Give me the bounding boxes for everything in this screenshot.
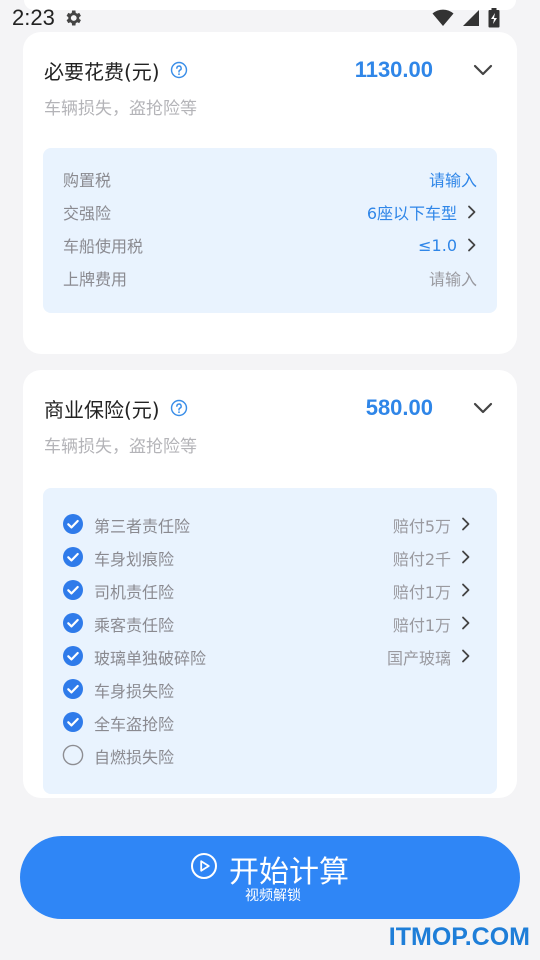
insurance-row-label: 司机责任险 bbox=[94, 583, 175, 602]
cost-row-compulsory-insurance[interactable]: 交强险 6座以下车型 bbox=[43, 197, 497, 227]
checkbox-checked-icon[interactable] bbox=[62, 579, 84, 601]
cost-row-label: 交强险 bbox=[63, 204, 112, 223]
chevron-right-icon bbox=[468, 205, 476, 219]
start-calculation-sublabel: 视频解锁 bbox=[245, 888, 301, 904]
chevron-right-icon bbox=[462, 583, 470, 597]
checkbox-checked-icon[interactable] bbox=[62, 678, 84, 700]
insurance-row-label: 车身损失险 bbox=[94, 682, 175, 701]
insurance-row[interactable]: 玻璃单独破碎险 国产玻璃 bbox=[43, 641, 497, 671]
insurance-row[interactable]: 自燃损失险 bbox=[43, 740, 497, 770]
required-costs-title: 必要花费(元) bbox=[44, 59, 160, 84]
insurance-row-value: 赔付1万 bbox=[392, 616, 451, 635]
cellular-signal-icon bbox=[463, 10, 479, 26]
insurance-row-label: 车身划痕险 bbox=[94, 550, 175, 569]
insurance-row-label: 第三者责任险 bbox=[94, 517, 191, 536]
insurance-row-value: 赔付2千 bbox=[392, 550, 451, 569]
checkbox-unchecked-icon[interactable] bbox=[62, 744, 84, 766]
status-bar: 2:23 bbox=[0, 0, 540, 36]
start-calculation-button[interactable]: 开始计算 视频解锁 bbox=[20, 836, 520, 919]
chevron-right-icon bbox=[462, 550, 470, 564]
required-costs-subtitle: 车辆损失，盗抢险等 bbox=[44, 99, 197, 119]
cost-row-label: 车船使用税 bbox=[63, 237, 144, 256]
commercial-insurance-header[interactable]: 商业保险(元) 580.00 bbox=[44, 392, 497, 424]
insurance-row-value: 国产玻璃 bbox=[386, 649, 451, 668]
cost-row-value: ≤1.0 bbox=[418, 235, 457, 255]
chevron-right-icon bbox=[462, 616, 470, 630]
insurance-row-label: 乘客责任险 bbox=[94, 616, 175, 635]
chevron-down-icon[interactable] bbox=[471, 58, 495, 82]
commercial-insurance-subtitle: 车辆损失，盗抢险等 bbox=[44, 437, 197, 457]
help-icon[interactable] bbox=[170, 399, 188, 417]
chevron-down-icon[interactable] bbox=[471, 396, 495, 420]
play-circle-icon bbox=[191, 853, 217, 879]
cost-row-label: 上牌费用 bbox=[63, 270, 128, 289]
checkbox-checked-icon[interactable] bbox=[62, 513, 84, 535]
insurance-row[interactable]: 车身损失险 bbox=[43, 674, 497, 704]
commercial-insurance-title: 商业保险(元) bbox=[44, 397, 160, 422]
insurance-row[interactable]: 第三者责任险 赔付5万 bbox=[43, 509, 497, 539]
wifi-icon bbox=[432, 9, 454, 26]
commercial-insurance-list: 第三者责任险 赔付5万 车身划痕险 赔付2千 司机责任险 赔付1万 乘客责任险 赔付1万 玻璃单… bbox=[43, 488, 497, 794]
checkbox-checked-icon[interactable] bbox=[62, 645, 84, 667]
chevron-right-icon bbox=[462, 517, 470, 531]
checkbox-checked-icon[interactable] bbox=[62, 711, 84, 733]
required-costs-total: 1130.00 bbox=[354, 57, 433, 82]
chevron-right-icon bbox=[462, 649, 470, 663]
cost-row-value[interactable]: 请输入 bbox=[429, 266, 477, 290]
insurance-row[interactable]: 全车盗抢险 bbox=[43, 707, 497, 737]
commercial-insurance-card: 商业保险(元) 580.00 车辆损失，盗抢险等 第三者责任险 赔付5万车身划痕险… bbox=[23, 370, 517, 798]
checkbox-checked-icon[interactable] bbox=[62, 546, 84, 568]
cost-row-value[interactable]: 请输入 bbox=[429, 167, 477, 191]
insurance-row-label: 自燃损失险 bbox=[94, 748, 175, 767]
required-costs-list: 购置税 请输入 交强险 6座以下车型 车船使用税 ≤1.0 上牌费用 请输入 bbox=[43, 148, 497, 313]
insurance-row[interactable]: 乘客责任险 赔付1万 bbox=[43, 608, 497, 638]
settings-gear-icon bbox=[66, 10, 81, 26]
insurance-row[interactable]: 司机责任险 赔付1万 bbox=[43, 575, 497, 605]
required-costs-card: 必要花费(元) 1130.00 车辆损失，盗抢险等 购置税 请输入 交强险 6座… bbox=[23, 32, 517, 354]
insurance-row-label: 全车盗抢险 bbox=[94, 715, 175, 734]
cost-row-registration-fee[interactable]: 上牌费用 请输入 bbox=[43, 263, 497, 293]
cost-row-purchase-tax[interactable]: 购置税 请输入 bbox=[43, 164, 497, 194]
insurance-row[interactable]: 车身划痕险 赔付2千 bbox=[43, 542, 497, 572]
checkbox-checked-icon[interactable] bbox=[62, 612, 84, 634]
status-time: 2:23 bbox=[12, 5, 55, 30]
watermark: ITMOP.COM bbox=[388, 923, 530, 951]
cost-row-vehicle-tax[interactable]: 车船使用税 ≤1.0 bbox=[43, 230, 497, 260]
battery-charging-icon bbox=[488, 8, 500, 28]
insurance-row-value: 赔付1万 bbox=[392, 583, 451, 602]
chevron-right-icon bbox=[468, 238, 476, 252]
cost-row-value: 6座以下车型 bbox=[366, 204, 457, 223]
help-icon[interactable] bbox=[170, 61, 188, 79]
insurance-row-label: 玻璃单独破碎险 bbox=[94, 649, 207, 668]
insurance-row-value: 赔付5万 bbox=[392, 517, 451, 536]
cost-row-label: 购置税 bbox=[63, 171, 112, 190]
commercial-insurance-total: 580.00 bbox=[365, 395, 433, 420]
required-costs-header[interactable]: 必要花费(元) 1130.00 bbox=[44, 54, 497, 86]
